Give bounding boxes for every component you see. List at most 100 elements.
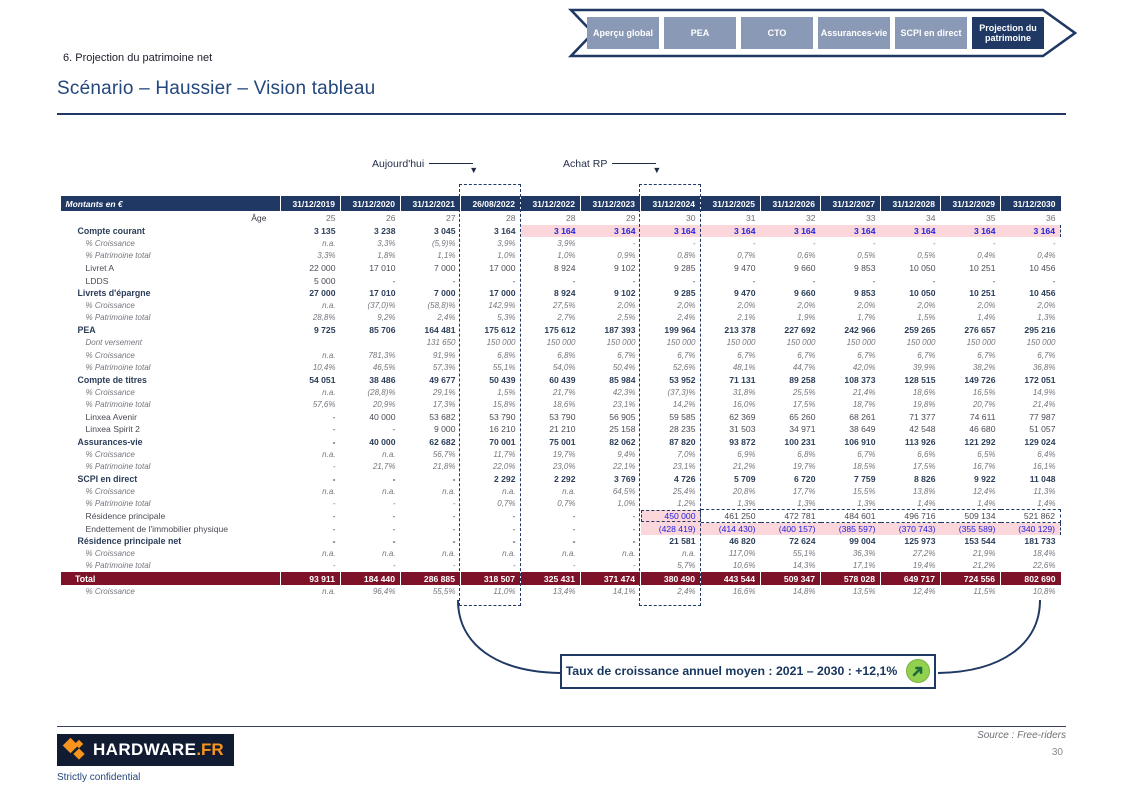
column-header: 31/12/2029 (940, 196, 1001, 211)
cell: 325 431 (520, 571, 581, 586)
cell: 11,0% (493, 587, 516, 597)
cell: (37,0)% (367, 301, 396, 311)
cell: 9 725 (313, 325, 336, 336)
cell: 2,0% (617, 301, 636, 311)
tab-scpi-en-direct[interactable]: SCPI en direct (895, 17, 967, 49)
cell: - (872, 275, 876, 286)
cell: 0,7% (737, 251, 756, 261)
age-value: 30 (685, 213, 696, 223)
table-row: Total 93 911 184 440 286 885 318 507 325 431 3… (60, 571, 1061, 586)
cell: 142,9% (488, 301, 516, 311)
column-header: 31/12/2030 (1000, 196, 1061, 211)
cell: 10 251 (969, 288, 996, 299)
cell: 276 657 (964, 325, 996, 336)
tab-projection-du-patrimoine[interactable]: Projection du patrimoine (972, 17, 1044, 49)
table-corner-label: Montants en € (60, 196, 281, 211)
growth-rate-text: Taux de croissance annuel moyen : 2021 –… (565, 664, 898, 679)
table-row: Livrets d'épargne 27 000 17 010 7 000 17 000… (61, 287, 1061, 299)
cell: - (692, 239, 696, 249)
cell: (58,8)% (427, 301, 456, 311)
cell: 49 677 (429, 374, 456, 385)
cell: 46 680 (969, 424, 996, 435)
cell: n.a. (622, 548, 636, 558)
cell: - (992, 239, 996, 249)
row-label: PEA (77, 325, 96, 336)
row-label: Total (60, 571, 281, 586)
table-row: % Patrimoine total 28,8% 9,2% 2,4% 5,3% 2,7% 2… (61, 312, 1061, 324)
nav-banner: Aperçu global PEA CTO Assurances-vie SCPI en… (557, 7, 1080, 59)
cell: 21,4% (852, 387, 876, 397)
cell: n.a. (322, 387, 336, 397)
cell: 17,7% (792, 486, 816, 496)
cell: 48,1% (732, 362, 756, 372)
cell: 9 660 (793, 288, 816, 299)
cell: 56 905 (609, 412, 636, 423)
cell: - (1052, 239, 1056, 249)
cell: 16 210 (489, 424, 516, 435)
cell: 57,3% (432, 362, 456, 372)
cell: 2,0% (677, 301, 696, 311)
row-label: Endettement de l'immobilier physique (85, 523, 229, 534)
cell: 14,3% (792, 561, 816, 571)
cell: 65 260 (789, 412, 816, 423)
cell: - (392, 275, 396, 286)
annotation-line (429, 163, 474, 164)
page-number: 30 (1051, 747, 1063, 758)
cell: - (332, 561, 336, 571)
cell: 15,8% (492, 400, 516, 410)
column-header: 31/12/2020 (340, 196, 401, 211)
cell: 21 210 (549, 424, 576, 435)
cell: n.a. (442, 486, 456, 496)
row-label: % Croissance (85, 548, 135, 558)
cell: - (932, 275, 936, 286)
cell: 38 649 (849, 424, 876, 435)
cell: 82 062 (609, 436, 636, 447)
cell: 1,0% (617, 499, 636, 509)
cell: 0,8% (677, 251, 696, 261)
table-row: Résidence principale net - - - - - - 21 581 46 8… (61, 535, 1061, 547)
cell: 199 964 (664, 325, 696, 336)
cell: 2,0% (977, 301, 996, 311)
cell: 89 258 (789, 374, 816, 385)
cell: 53 682 (429, 412, 456, 423)
cell: 150 000 (786, 338, 816, 348)
cell: 1,4% (977, 499, 996, 509)
cell: 213 378 (724, 325, 756, 336)
growth-callout-zone: Taux de croissance annuel moyen : 2021 –… (60, 598, 1060, 718)
page-title: Scénario – Haussier – Vision tableau (57, 78, 376, 99)
cell: 2,7% (557, 313, 576, 323)
cell: 724 556 (940, 571, 1001, 586)
cell: 18,5% (852, 462, 876, 472)
cell: 121 292 (964, 436, 996, 447)
cell: - (512, 535, 516, 546)
hardwarefr-logo: HARDWARE.FR (57, 734, 234, 766)
cell: 53 790 (489, 412, 516, 423)
tab-cto[interactable]: CTO (741, 17, 813, 49)
cell: (355 589) (940, 522, 1001, 535)
cell: 150 000 (1026, 338, 1056, 348)
cell: 6,7% (797, 350, 816, 360)
cell: 21,7% (552, 387, 576, 397)
cell: - (332, 511, 336, 522)
cell: 9 102 (613, 263, 636, 274)
cell: 13,4% (552, 587, 576, 597)
cell (281, 337, 341, 349)
cell: 1,0% (557, 251, 576, 261)
cell: 17,5% (912, 462, 936, 472)
tab-pea[interactable]: PEA (664, 17, 736, 49)
row-label: % Patrimoine total (85, 313, 151, 323)
cell: 8 826 (913, 474, 936, 484)
cell: 9 470 (733, 288, 756, 299)
cell: n.a. (322, 587, 336, 597)
row-label: Dont versement (85, 338, 142, 348)
cell: 10 251 (969, 263, 996, 274)
cell: 21,2% (732, 462, 756, 472)
row-label: % Patrimoine total (85, 362, 151, 372)
cell: 5,3% (497, 313, 516, 323)
cell: 6,6% (917, 449, 936, 459)
cell: 85 984 (609, 374, 636, 385)
tab-aper-u-global[interactable]: Aperçu global (587, 17, 659, 49)
cell: 3,9% (557, 239, 576, 249)
tab-assurances-vie[interactable]: Assurances-vie (818, 17, 890, 49)
cell: 3 164 (520, 225, 581, 238)
